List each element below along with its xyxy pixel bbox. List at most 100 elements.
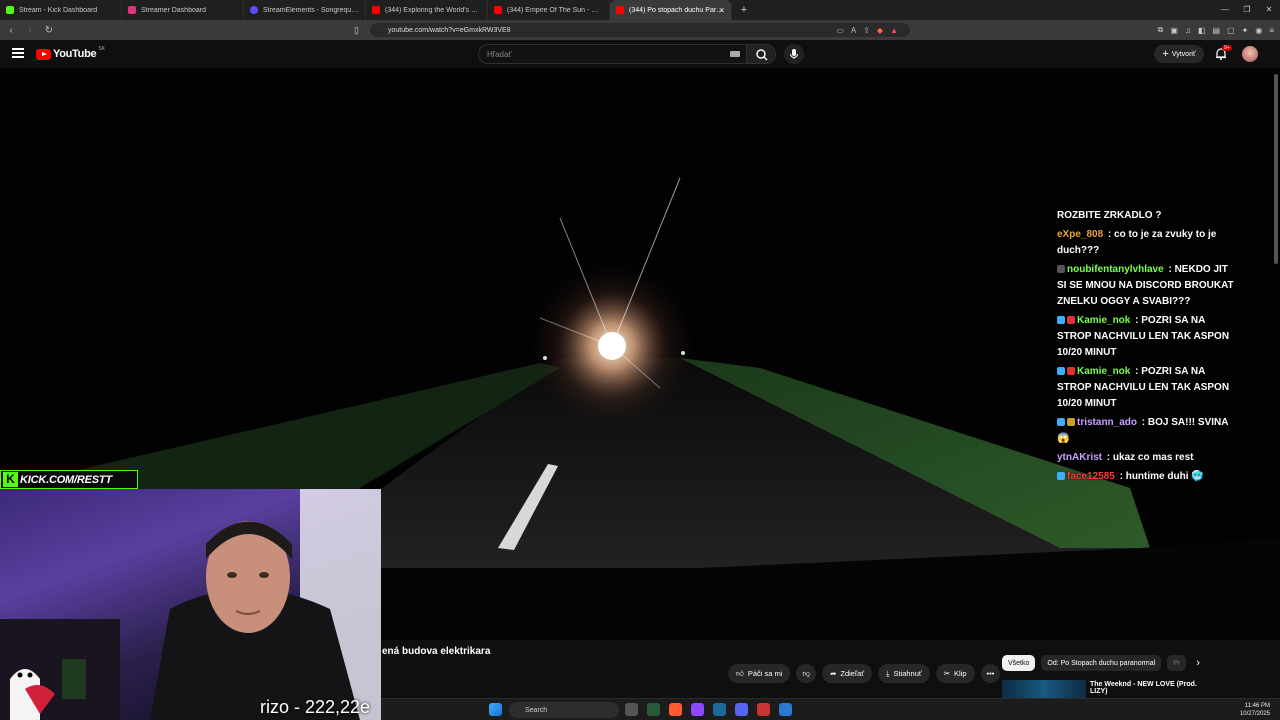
reload-icon[interactable]: ↻ (41, 25, 57, 36)
taskbar-search[interactable]: Search (509, 702, 619, 718)
cast-icon[interactable]: ▭ (836, 26, 844, 35)
create-button[interactable]: + Vytvoriť (1154, 45, 1204, 63)
discord-icon[interactable] (735, 703, 748, 716)
ai-icon[interactable]: ✦ (1242, 26, 1249, 35)
dislike-button[interactable]: 👎︎ (796, 664, 817, 683)
chat-message: tristann_ado : BOJ SA!!! SVINA 😱 (1057, 417, 1229, 444)
video-title: ená budova elektrikara (382, 646, 491, 657)
search-button[interactable] (746, 44, 776, 64)
back-icon[interactable]: ‹ (3, 25, 19, 36)
microphone-icon (790, 49, 798, 59)
page-scrollbar[interactable] (1274, 74, 1278, 264)
extensions-bar: ⧉ ▣ ♫ ◧ ▤ ▢ ✦ ◉ ≡ (1158, 20, 1274, 40)
close-window-icon[interactable]: ✕ (1258, 0, 1280, 20)
youtube-logo[interactable]: YouTube SK (36, 46, 105, 60)
search-icon (756, 49, 768, 61)
recommended-video-title[interactable]: The Weeknd - NEW LOVE (Prod. LIZY) (1090, 681, 1200, 695)
wallet-icon[interactable]: ▢ (1227, 26, 1235, 35)
chip-more[interactable]: Pr (1167, 655, 1187, 671)
chat-overlay: ROZBITE ZRKADLO ? eXpe_808 : co to je za… (1057, 208, 1237, 488)
webcam-caption: rizo - 222,22e (260, 697, 371, 717)
browser-tab-strip: Stream - Kick Dashboard Streamer Dashboa… (0, 0, 1280, 20)
video-actions: 👍︎ Páči sa mi 👎︎ ➦ Zdieľať ⤓ Stiahnuť ✂ Klip… (728, 664, 1001, 683)
browser-tab[interactable]: Stream - Kick Dashboard (0, 0, 122, 20)
sidebar-icon[interactable]: ◧ (1198, 26, 1206, 35)
chat-message: Kamie_nok : POZRI SA NA STROP NACHVILU L… (1057, 366, 1230, 409)
terminal-icon[interactable] (647, 703, 660, 716)
more-actions-button[interactable]: ••• (980, 664, 1001, 683)
chip-channel[interactable]: Od: Po Stopach duchu paranormal (1041, 655, 1162, 671)
user-avatar[interactable] (1242, 46, 1258, 62)
gem-badge-icon (1057, 418, 1065, 426)
bookmark-icon[interactable]: ▯ (354, 20, 359, 40)
steam-icon[interactable] (713, 703, 726, 716)
chrome-icon[interactable] (757, 703, 770, 716)
extension-icon[interactable]: ⧉ (1158, 25, 1164, 35)
youtube-play-icon (36, 48, 51, 60)
more-dots-icon: ••• (986, 669, 995, 678)
brave-shield-icon[interactable]: ◆ (877, 26, 883, 35)
streamer-favicon-icon (128, 6, 136, 14)
vpn-icon[interactable]: ◉ (1255, 26, 1262, 35)
maximize-icon[interactable]: ❐ (1236, 0, 1258, 20)
browser-tab[interactable]: StreamElements - Songrequest (244, 0, 366, 20)
forward-icon[interactable]: › (22, 25, 38, 36)
twitch-icon[interactable] (691, 703, 704, 716)
translate-icon[interactable]: A (851, 26, 856, 35)
new-tab-button[interactable]: + (736, 4, 752, 16)
clip-button[interactable]: ✂ Klip (935, 664, 975, 683)
download-button[interactable]: ⤓ Stiahnuť (878, 664, 930, 683)
browser-tab[interactable]: (344) Empire Of The Sun - We Are Th (488, 0, 610, 20)
youtube-header: YouTube SK Hľadať + Vytvoriť 9+ (0, 40, 1280, 68)
chip-all[interactable]: Všetko (1002, 655, 1036, 671)
browser-tab[interactable]: (344) Exploring the World's Largest S (366, 0, 488, 20)
taskbar-clock[interactable]: 11:46 PM 10/27/2025 (1240, 702, 1270, 718)
download-icon: ⤓ (886, 668, 890, 678)
chat-message: eXpe_808 : co to je za zvuky to je duch?… (1057, 229, 1217, 256)
share-icon[interactable]: ⇪ (863, 26, 870, 35)
music-icon[interactable]: ♫ (1185, 26, 1191, 35)
plus-icon: + (1162, 48, 1169, 60)
address-bar[interactable]: youtube.com/watch?v=eGmxkRW3VE8 ▭ A ⇪ ◆ … (370, 23, 910, 37)
chat-message: face12585 : huntime duhi 🥶 (1057, 469, 1237, 485)
url-text: youtube.com/watch?v=eGmxkRW3VE8 (388, 26, 511, 34)
chevron-right-icon[interactable]: › (1196, 657, 1200, 669)
tabs-icon[interactable]: ▤ (1213, 26, 1221, 35)
close-tab-icon[interactable]: ✕ (718, 6, 725, 15)
windows-start-icon[interactable] (489, 703, 502, 716)
windows-taskbar: Search 11:46 PM 10/27/2025 (381, 698, 1280, 720)
chat-message: Kamie_nok : POZRI SA NA STROP NACHVILU L… (1057, 315, 1230, 358)
app-icon[interactable] (779, 703, 792, 716)
kick-logo-icon: K (3, 472, 18, 487)
menu-icon[interactable]: ≡ (1269, 26, 1274, 35)
like-button[interactable]: 👍︎ Páči sa mi (728, 664, 791, 683)
share-button[interactable]: ➦ Zdieľať (822, 664, 873, 683)
chat-message: ytnAKrist : ukaz co mas rest (1057, 452, 1194, 463)
chat-message: ROZBITE ZRKADLO ? (1057, 210, 1162, 221)
webcam-image (0, 489, 381, 720)
extension-icon[interactable]: ▣ (1170, 26, 1178, 35)
voice-search-button[interactable] (784, 44, 804, 64)
hamburger-menu-icon[interactable] (12, 48, 24, 58)
kick-channel-banner: K KICK.COM/RESTT (0, 470, 138, 489)
keyboard-icon[interactable] (730, 51, 740, 57)
webcam-feed (0, 489, 381, 720)
sub-badge-icon (1067, 316, 1075, 324)
search-input[interactable]: Hľadať (478, 44, 748, 64)
browser-tab[interactable]: Streamer Dashboard (122, 0, 244, 20)
minimize-icon[interactable]: — (1214, 0, 1236, 20)
youtube-favicon-icon (372, 6, 380, 14)
gem-badge-icon (1057, 367, 1065, 375)
thumbs-down-icon: 👎︎ (802, 668, 811, 678)
recommended-video-thumbnail[interactable] (1002, 680, 1086, 700)
sub-badge-icon (1067, 418, 1075, 426)
sub-badge-icon (1067, 367, 1075, 375)
user-badge-icon (1057, 265, 1065, 273)
brave-browser-icon[interactable] (669, 703, 682, 716)
notification-count-badge: 9+ (1222, 45, 1232, 51)
recommendation-chips: Všetko Od: Po Stopach duchu paranormal P… (1002, 655, 1200, 671)
brave-rewards-icon[interactable]: ▲ (890, 26, 898, 35)
browser-tab-active[interactable]: (344) Po stopach duchu Paranor ✕ (610, 0, 732, 20)
task-view-icon[interactable] (625, 703, 638, 716)
share-arrow-icon: ➦ (830, 669, 837, 678)
